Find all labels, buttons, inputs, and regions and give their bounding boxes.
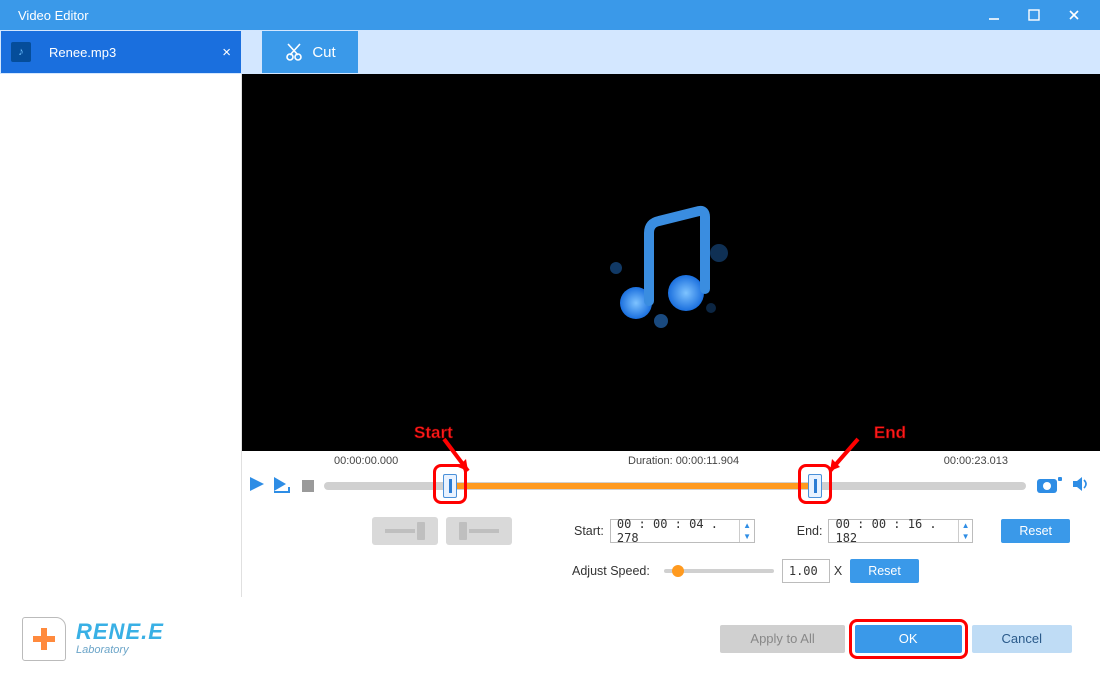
spin-down-icon[interactable]: ▼ xyxy=(740,531,753,542)
mark-end-button[interactable] xyxy=(446,517,512,545)
tab-cut[interactable]: Cut xyxy=(262,31,358,73)
music-note-icon xyxy=(601,193,741,333)
top-strip: ♪ Renee.mp3 × Cut xyxy=(0,30,1100,74)
volume-button[interactable] xyxy=(1072,475,1090,498)
spin-up-icon[interactable]: ▲ xyxy=(740,520,753,531)
spin-up-icon[interactable]: ▲ xyxy=(959,520,972,531)
cut-controls: Start: 00 : 00 : 04 . 278 ▲▼ End: 00 : 0… xyxy=(242,501,1100,597)
file-tab-close-icon[interactable]: × xyxy=(222,44,231,61)
timeline-duration: Duration: 00:00:11.904 xyxy=(628,455,739,467)
end-label: End: xyxy=(797,524,823,538)
annotation-end-label: End xyxy=(874,423,906,443)
brand-logo: RENE.E Laboratory xyxy=(22,617,164,661)
timeline-track[interactable] xyxy=(324,482,1026,490)
scissors-icon xyxy=(284,42,304,62)
window-title: Video Editor xyxy=(18,8,974,23)
reset-speed-button[interactable]: Reset xyxy=(850,559,919,583)
file-tab-renee[interactable]: ♪ Renee.mp3 × xyxy=(1,31,241,73)
speed-value: 1.00 xyxy=(783,564,824,578)
snapshot-button[interactable] xyxy=(1036,474,1062,499)
body: Start End 00:00:00.000 Duration: 00:00:1… xyxy=(0,74,1100,597)
footer: RENE.E Laboratory Apply to All OK Cancel xyxy=(0,597,1100,680)
close-button[interactable] xyxy=(1054,0,1094,30)
brand-sub: Laboratory xyxy=(76,645,164,656)
titlebar: Video Editor xyxy=(0,0,1100,30)
speed-input[interactable]: 1.00 xyxy=(782,559,830,583)
selection-range xyxy=(450,483,815,489)
apply-to-all-button[interactable]: Apply to All xyxy=(720,625,844,653)
file-tabs: ♪ Renee.mp3 × xyxy=(0,30,242,74)
tab-cut-label: Cut xyxy=(312,44,335,61)
minimize-button[interactable] xyxy=(974,0,1014,30)
play-button[interactable] xyxy=(248,475,266,498)
speed-label: Adjust Speed: xyxy=(572,564,650,578)
timeline-end-time: 00:00:23.013 xyxy=(944,455,1008,467)
speed-knob[interactable] xyxy=(672,565,684,577)
speed-unit: X xyxy=(834,564,842,578)
annotation-end-box xyxy=(798,464,832,504)
stop-button[interactable] xyxy=(302,480,314,492)
annotation-start-box xyxy=(433,464,467,504)
start-label: Start: xyxy=(574,524,604,538)
mark-start-button[interactable] xyxy=(372,517,438,545)
play-segment-button[interactable] xyxy=(272,475,292,498)
start-time-value: 00 : 00 : 04 . 278 xyxy=(611,517,739,545)
main-area: Start End 00:00:00.000 Duration: 00:00:1… xyxy=(242,74,1100,597)
timeline: 00:00:00.000 Duration: 00:00:11.904 00:0… xyxy=(242,451,1100,501)
end-time-value: 00 : 00 : 16 . 182 xyxy=(829,517,957,545)
annotation-ok-box xyxy=(849,619,968,659)
logo-mark-icon xyxy=(22,617,66,661)
timeline-start-time: 00:00:00.000 xyxy=(334,455,398,467)
video-preview: Start End xyxy=(242,74,1100,451)
brand-name: RENE.E xyxy=(76,621,164,643)
reset-time-button[interactable]: Reset xyxy=(1001,519,1070,543)
cancel-button[interactable]: Cancel xyxy=(972,625,1072,653)
timeline-labels: 00:00:00.000 Duration: 00:00:11.904 00:0… xyxy=(248,455,1090,471)
sidebar xyxy=(0,74,242,597)
speed-slider[interactable] xyxy=(664,569,774,573)
maximize-button[interactable] xyxy=(1014,0,1054,30)
end-time-input[interactable]: 00 : 00 : 16 . 182 ▲▼ xyxy=(828,519,973,543)
file-name: Renee.mp3 xyxy=(49,45,116,60)
file-thumb-icon: ♪ xyxy=(11,42,31,62)
spin-down-icon[interactable]: ▼ xyxy=(959,531,972,542)
start-time-input[interactable]: 00 : 00 : 04 . 278 ▲▼ xyxy=(610,519,755,543)
tool-tabs: Cut xyxy=(242,30,1100,74)
